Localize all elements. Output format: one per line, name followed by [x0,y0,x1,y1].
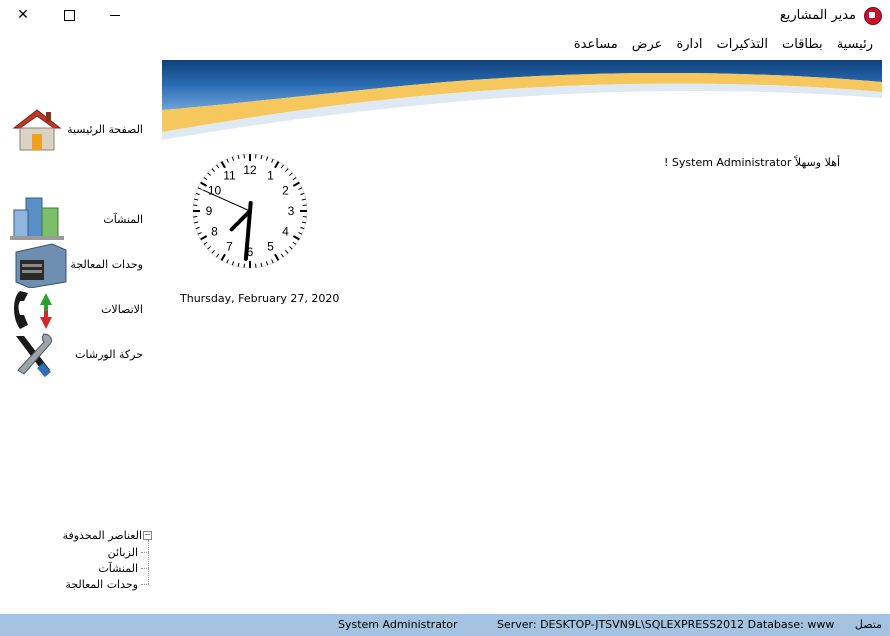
tree-connector [148,540,149,584]
close-button[interactable]: ✕ [0,0,46,30]
tree-connector [141,552,149,553]
clock-numeral: 12 [243,163,257,177]
app-logo-icon [864,7,882,25]
sidebar-item-label: الصفحة الرئيسية [67,123,143,136]
menu-item-admin[interactable]: ادارة [669,37,709,52]
buildings-icon [10,197,64,240]
minimize-icon [110,14,120,16]
sidebar-item-label: المنشآت [103,213,143,226]
clock-numeral: 7 [226,240,233,254]
clock-numeral: 3 [288,204,295,218]
clock-numeral: 2 [282,184,289,198]
clock-numeral: 4 [282,225,289,239]
home-icon [12,109,62,151]
menu-item-help[interactable]: مساعدة [567,37,625,52]
minimize-button[interactable] [92,0,138,30]
maximize-icon [63,9,75,21]
clock-numeral: 11 [223,168,236,182]
collapse-icon[interactable]: − [143,531,152,540]
tree-item-processing-units[interactable]: وحدات المعالجة [65,578,138,591]
tree-connector [141,584,149,585]
menu-item-home[interactable]: رئيسية [830,37,880,52]
analog-clock: 12 1234567891011 [192,153,308,269]
window-title: مدير المشاريع [779,8,856,23]
tree-item-facilities[interactable]: المنشآت [98,562,138,575]
close-icon: ✕ [17,7,29,23]
current-user: System Administrator [338,618,458,631]
sidebar-item-label: حركة الورشات [75,348,143,361]
clock-numeral: 9 [206,204,213,218]
server-info: Server: DESKTOP-JTSVN9L\SQLEXPRESS2012 D… [497,618,835,631]
sidebar-item-facilities[interactable]: المنشآت [10,196,145,242]
clock-numeral: 8 [211,225,218,239]
header-banner [162,60,882,140]
tree-root-deleted-items[interactable]: العناصر المحذوفة [63,529,142,542]
status-bar: متصل Server: DESKTOP-JTSVN9L\SQLEXPRESS2… [0,614,890,636]
menu-item-reminders[interactable]: التذكيرات [710,37,775,52]
clock-numeral: 1 [267,168,274,182]
deleted-items-tree: − العناصر المحذوفة الزبائن المنشآت وحدات… [30,528,152,594]
tree-connector [141,568,149,569]
menu-item-view[interactable]: عرض [625,37,670,52]
menu-item-cards[interactable]: بطاقات [775,37,830,52]
sidebar-item-processing-units[interactable]: وحدات المعالجة [10,242,145,288]
sidebar-item-workshops[interactable]: حركة الورشات [10,332,145,378]
processing-unit-icon [15,243,67,288]
clock-numeral: 5 [267,240,274,254]
connection-status: متصل [854,618,882,631]
menu-bar: رئيسية بطاقات التذكيرات ادارة عرض مساعدة [567,32,890,56]
title-bar: ✕ مدير المشاريع [0,0,890,32]
tools-icon [16,333,53,378]
sidebar-item-contacts[interactable]: الاتصالات [10,287,145,333]
maximize-button[interactable] [46,0,92,30]
sidebar-item-home[interactable]: الصفحة الرئيسية [10,106,145,152]
tree-item-customers[interactable]: الزبائن [108,546,138,559]
sidebar-item-label: الاتصالات [101,303,143,316]
phone-icon [14,291,52,329]
welcome-message: أهلا وسهلاً System Administrator ! [664,156,840,169]
sidebar-item-label: وحدات المعالجة [70,258,143,271]
current-date: Thursday, February 27, 2020 [180,292,340,305]
